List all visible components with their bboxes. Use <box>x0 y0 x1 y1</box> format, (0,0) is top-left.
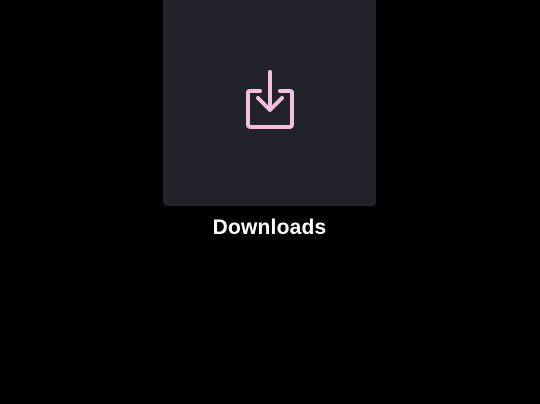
screen: Downloads <box>0 0 540 404</box>
downloads-folder-tile[interactable] <box>163 0 376 206</box>
download-icon <box>245 70 294 129</box>
downloads-folder-label[interactable]: Downloads <box>163 214 376 242</box>
